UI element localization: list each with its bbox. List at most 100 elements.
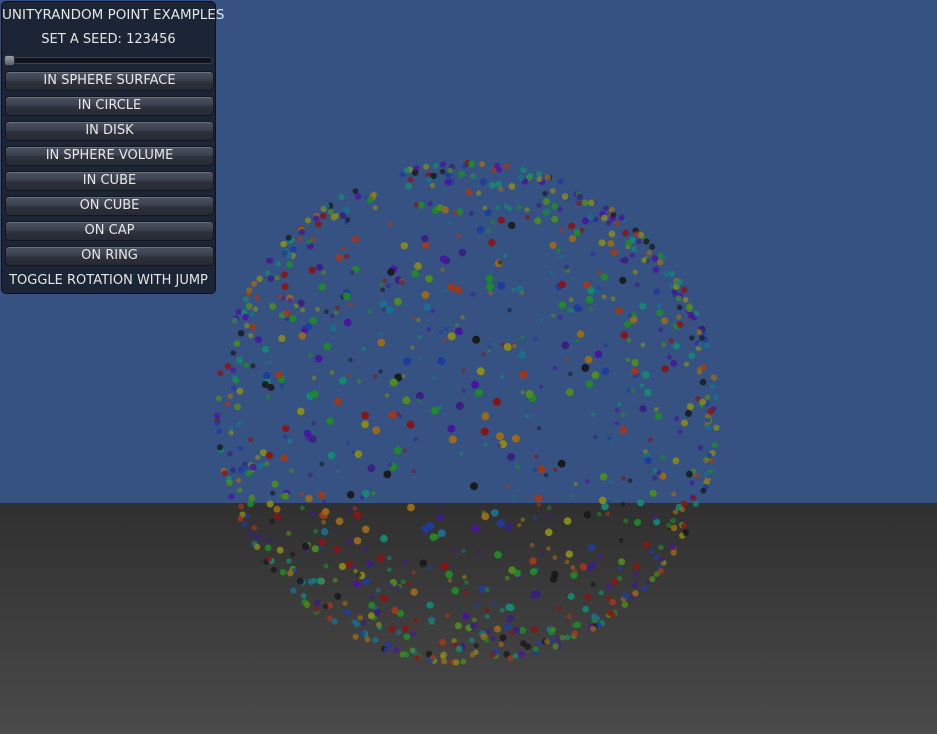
random-point bbox=[387, 268, 395, 276]
random-point bbox=[573, 304, 582, 312]
random-point bbox=[497, 281, 506, 290]
in-cube-button[interactable]: IN CUBE bbox=[5, 171, 214, 191]
random-point bbox=[289, 315, 297, 323]
seed-slider-thumb[interactable] bbox=[4, 55, 15, 66]
random-point bbox=[224, 401, 231, 408]
random-point bbox=[625, 357, 631, 363]
random-point bbox=[251, 280, 258, 287]
random-point bbox=[270, 566, 277, 573]
random-point bbox=[228, 430, 234, 436]
random-point bbox=[469, 652, 476, 658]
random-point bbox=[696, 329, 703, 335]
random-point bbox=[311, 578, 318, 584]
random-point bbox=[532, 467, 538, 473]
random-point bbox=[671, 289, 678, 295]
random-point bbox=[704, 471, 711, 478]
random-point bbox=[287, 438, 293, 444]
random-point bbox=[632, 269, 638, 275]
random-point bbox=[513, 462, 518, 467]
random-point bbox=[264, 270, 271, 276]
random-point bbox=[547, 505, 552, 510]
random-point bbox=[281, 283, 289, 290]
random-point bbox=[491, 342, 496, 347]
random-point bbox=[662, 270, 670, 278]
random-point bbox=[351, 235, 359, 243]
random-point bbox=[383, 470, 392, 479]
in-sphere-surface-button[interactable]: IN SPHERE SURFACE bbox=[5, 71, 214, 91]
random-point bbox=[251, 524, 258, 531]
random-point bbox=[590, 251, 596, 257]
random-point bbox=[565, 357, 570, 362]
seed-slider[interactable] bbox=[6, 57, 213, 64]
random-point bbox=[469, 637, 475, 643]
random-point bbox=[353, 537, 362, 545]
random-point bbox=[676, 321, 684, 328]
random-point bbox=[361, 420, 370, 429]
random-point bbox=[689, 480, 695, 486]
random-point bbox=[403, 633, 411, 641]
random-point bbox=[520, 167, 527, 174]
on-cube-button[interactable]: ON CUBE bbox=[5, 196, 214, 216]
random-point bbox=[278, 312, 284, 318]
in-circle-button[interactable]: IN CIRCLE bbox=[5, 96, 214, 116]
random-point bbox=[713, 424, 720, 431]
random-point bbox=[402, 448, 407, 453]
random-point bbox=[332, 577, 338, 583]
random-point bbox=[648, 437, 653, 443]
random-point bbox=[706, 453, 713, 459]
random-point bbox=[656, 309, 664, 317]
random-point bbox=[275, 371, 283, 379]
random-point bbox=[254, 295, 260, 301]
random-point bbox=[323, 563, 329, 569]
random-point bbox=[266, 556, 273, 562]
random-point bbox=[384, 393, 390, 398]
random-point bbox=[610, 296, 616, 302]
random-point bbox=[263, 372, 271, 380]
random-point bbox=[437, 405, 442, 410]
random-point bbox=[266, 360, 272, 366]
random-point bbox=[411, 269, 420, 278]
random-point bbox=[488, 182, 496, 189]
random-point bbox=[242, 313, 249, 321]
random-point bbox=[214, 420, 221, 427]
random-point bbox=[440, 562, 449, 571]
random-point bbox=[617, 575, 623, 581]
random-point bbox=[345, 216, 351, 223]
random-point bbox=[656, 303, 662, 309]
on-ring-button[interactable]: ON RING bbox=[5, 246, 214, 266]
random-point bbox=[536, 176, 543, 183]
random-point bbox=[306, 239, 312, 245]
random-point bbox=[391, 606, 399, 615]
random-point bbox=[676, 304, 683, 311]
random-point bbox=[410, 345, 415, 350]
random-point bbox=[563, 517, 572, 525]
random-point bbox=[372, 374, 378, 379]
random-point bbox=[411, 316, 417, 321]
random-point bbox=[542, 190, 548, 197]
random-point bbox=[311, 421, 316, 426]
in-sphere-volume-button[interactable]: IN SPHERE VOLUME bbox=[5, 146, 214, 166]
random-point bbox=[627, 478, 633, 484]
random-point bbox=[335, 468, 341, 474]
random-point bbox=[323, 342, 332, 351]
random-point bbox=[619, 426, 628, 434]
random-point bbox=[608, 206, 615, 213]
on-cap-button[interactable]: ON CAP bbox=[5, 221, 214, 241]
random-point bbox=[551, 215, 559, 223]
random-point bbox=[329, 313, 335, 319]
random-point bbox=[639, 383, 645, 389]
random-point bbox=[389, 378, 398, 387]
random-point bbox=[561, 341, 570, 350]
random-point bbox=[416, 398, 421, 403]
random-point bbox=[330, 213, 338, 221]
in-disk-button[interactable]: IN DISK bbox=[5, 121, 214, 141]
random-point bbox=[216, 428, 223, 435]
random-point bbox=[278, 294, 284, 300]
random-point bbox=[387, 555, 392, 561]
random-point bbox=[507, 206, 513, 212]
random-point bbox=[421, 291, 430, 299]
toggle-rotation-hint: TOGGLE ROTATION WITH JUMP bbox=[9, 273, 208, 288]
random-point bbox=[494, 625, 502, 633]
random-point bbox=[439, 638, 446, 646]
random-point bbox=[518, 351, 527, 359]
